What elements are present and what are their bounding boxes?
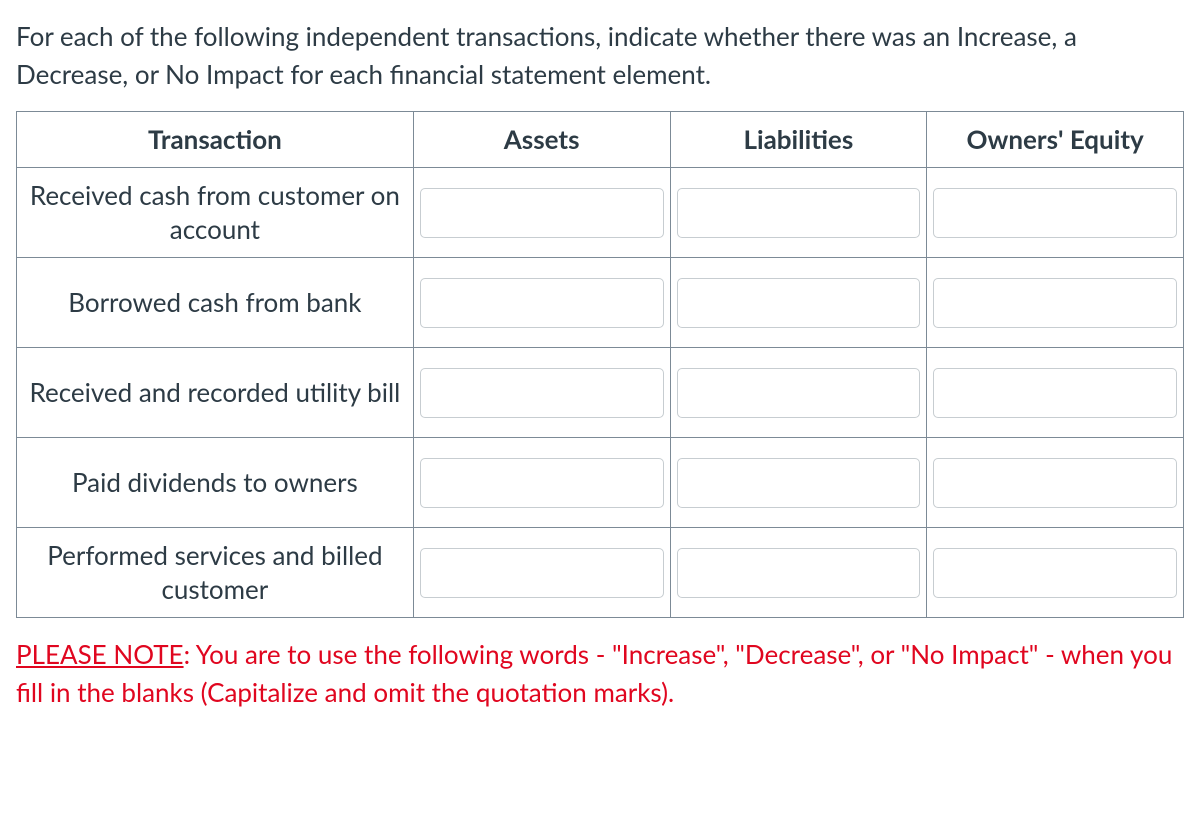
- cell-liabilities: [670, 438, 927, 528]
- cell-owners-equity: [927, 438, 1184, 528]
- cell-owners-equity: [927, 528, 1184, 618]
- assets-input[interactable]: [420, 548, 664, 598]
- owners-equity-input[interactable]: [933, 188, 1177, 238]
- instructions-text: For each of the following independent tr…: [16, 18, 1184, 93]
- liabilities-input[interactable]: [677, 548, 921, 598]
- table-header-row: Transaction Assets Liabilities Owners' E…: [17, 112, 1184, 168]
- cell-assets: [413, 168, 670, 258]
- cell-owners-equity: [927, 168, 1184, 258]
- cell-owners-equity: [927, 348, 1184, 438]
- cell-assets: [413, 528, 670, 618]
- cell-liabilities: [670, 348, 927, 438]
- owners-equity-input[interactable]: [933, 458, 1177, 508]
- note-label: PLEASE NOTE: [16, 638, 184, 670]
- table-row: Received and recorded utility bill: [17, 348, 1184, 438]
- liabilities-input[interactable]: [677, 278, 921, 328]
- owners-equity-input[interactable]: [933, 278, 1177, 328]
- assets-input[interactable]: [420, 278, 664, 328]
- header-owners-equity: Owners' Equity: [927, 112, 1184, 168]
- cell-assets: [413, 348, 670, 438]
- transaction-label: Received and recorded utility bill: [17, 348, 414, 438]
- cell-liabilities: [670, 528, 927, 618]
- cell-assets: [413, 438, 670, 528]
- transactions-table: Transaction Assets Liabilities Owners' E…: [16, 111, 1184, 618]
- owners-equity-input[interactable]: [933, 368, 1177, 418]
- cell-liabilities: [670, 258, 927, 348]
- cell-owners-equity: [927, 258, 1184, 348]
- transaction-label: Paid dividends to owners: [17, 438, 414, 528]
- assets-input[interactable]: [420, 188, 664, 238]
- transaction-label: Borrowed cash from bank: [17, 258, 414, 348]
- cell-liabilities: [670, 168, 927, 258]
- header-assets: Assets: [413, 112, 670, 168]
- note-body: : You are to use the following words - "…: [16, 638, 1172, 708]
- table-row: Borrowed cash from bank: [17, 258, 1184, 348]
- liabilities-input[interactable]: [677, 458, 921, 508]
- header-transaction: Transaction: [17, 112, 414, 168]
- note-text: PLEASE NOTE: You are to use the followin…: [16, 636, 1184, 711]
- cell-assets: [413, 258, 670, 348]
- transaction-label: Received cash from customer on account: [17, 168, 414, 258]
- assets-input[interactable]: [420, 458, 664, 508]
- liabilities-input[interactable]: [677, 188, 921, 238]
- liabilities-input[interactable]: [677, 368, 921, 418]
- transaction-label: Performed services and billed customer: [17, 528, 414, 618]
- table-row: Performed services and billed customer: [17, 528, 1184, 618]
- table-row: Paid dividends to owners: [17, 438, 1184, 528]
- assets-input[interactable]: [420, 368, 664, 418]
- table-row: Received cash from customer on account: [17, 168, 1184, 258]
- header-liabilities: Liabilities: [670, 112, 927, 168]
- owners-equity-input[interactable]: [933, 548, 1177, 598]
